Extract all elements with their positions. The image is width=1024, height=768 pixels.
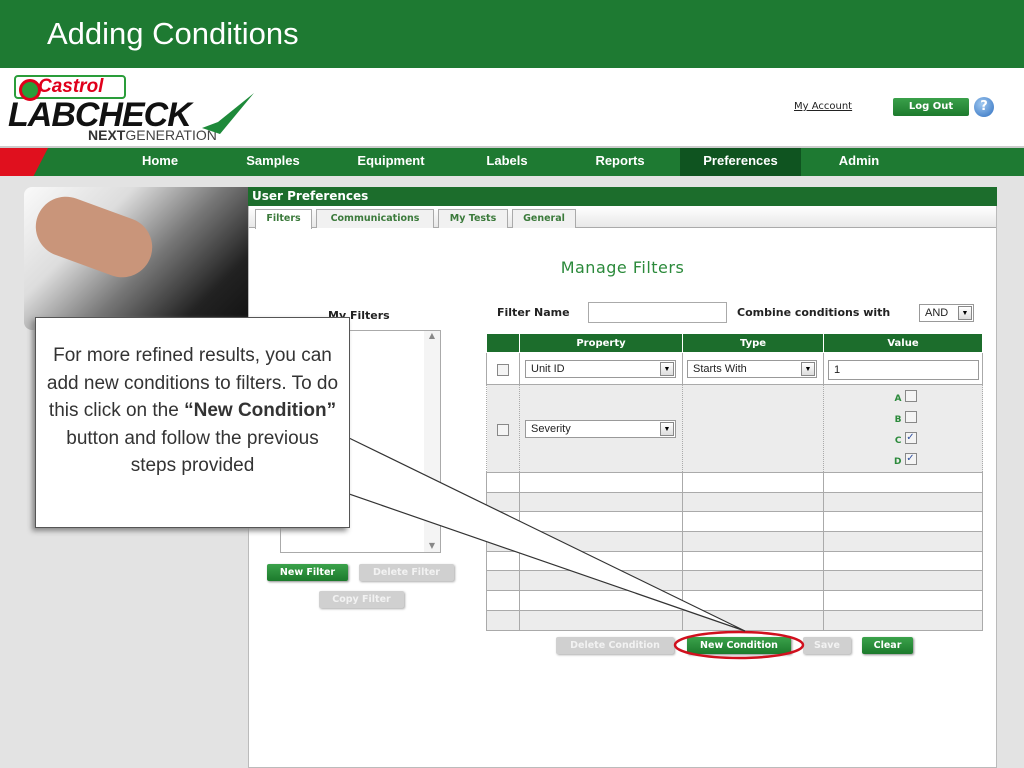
value-input[interactable] [828,359,979,380]
type-value: Starts With [693,362,747,375]
row-checkbox[interactable] [497,423,509,436]
level-label: A [894,393,902,404]
property-value: Severity [531,422,571,435]
my-account-link[interactable]: My Account [794,101,852,112]
level-label: C [894,435,902,446]
empty-row [486,531,983,552]
checkbox[interactable] [904,390,917,402]
checkbox[interactable] [904,411,917,423]
delete-condition-button[interactable]: Delete Condition [556,637,674,654]
tab-my-tests[interactable]: My Tests [438,209,508,228]
severity-b[interactable]: B [824,408,982,429]
tab-filters[interactable]: Filters [255,209,312,229]
property-select[interactable]: Unit ID ▼ [525,359,676,378]
copy-filter-button[interactable]: Copy Filter [319,591,404,608]
brand-text: Castrol [38,76,104,97]
panel-title: User Preferences [248,187,997,206]
value-header: Value [823,333,983,353]
clear-button[interactable]: Clear [862,637,913,654]
manage-filters-title: Manage Filters [560,258,685,277]
conditions-table: Property Type Value Unit ID ▼ Starts With ▼ … [486,333,983,631]
chevron-down-icon: ▼ [660,361,674,376]
combine-label: Combine conditions with [737,306,891,319]
severity-a[interactable]: A [824,387,982,408]
delete-filter-button[interactable]: Delete Filter [359,564,454,581]
instruction-callout: For more refined results, you can add ne… [35,317,350,528]
nav-equipment[interactable]: Equipment [345,148,437,176]
chevron-down-icon: ▼ [801,361,815,376]
table-row: Unit ID ▼ Starts With ▼ [486,352,983,385]
tab-communications[interactable]: Communications [316,209,434,228]
property-header: Property [519,333,683,353]
logo-subtitle: NEXTGENERATION [88,127,217,143]
nav-samples[interactable]: Samples [232,148,314,176]
checkbox-checked[interactable]: ✓ [904,453,917,465]
combine-select[interactable]: AND ▼ [919,304,974,322]
new-filter-button[interactable]: New Filter [267,564,348,581]
nav-home[interactable]: Home [120,148,200,176]
type-header: Type [682,333,824,353]
filter-name-input[interactable] [588,302,727,323]
empty-row [486,550,983,572]
chevron-down-icon: ▼ [660,421,674,436]
empty-row [486,609,983,631]
save-button[interactable]: Save [803,637,851,654]
type-select[interactable]: Starts With ▼ [687,359,817,378]
tab-general[interactable]: General [512,209,576,228]
table-row: Severity ▼ A B C ✓ D ✓ [486,384,983,473]
scrollbar[interactable]: ▲ ▼ [424,331,440,552]
help-icon[interactable]: ? [974,97,994,117]
level-label: D [894,456,902,467]
nav-reports[interactable]: Reports [580,148,660,176]
check-mark-icon [202,93,254,134]
property-select[interactable]: Severity ▼ [525,419,676,438]
new-condition-button[interactable]: New Condition [687,637,791,654]
level-label: B [894,414,902,425]
keyboard-hero-image [24,187,248,330]
nav-admin[interactable]: Admin [820,148,898,176]
checkbox-checked[interactable]: ✓ [904,432,917,444]
empty-row [486,590,983,611]
nav-labels[interactable]: Labels [470,148,544,176]
chevron-down-icon: ▼ [958,306,972,320]
select-col-header [486,333,520,353]
empty-row [486,570,983,592]
callout-text-end: button and follow the previous steps pro… [66,427,319,477]
callout-bold: “New Condition” [184,400,337,421]
empty-row [486,472,983,493]
severity-c[interactable]: C ✓ [824,429,982,450]
logo-next: NEXT [88,127,126,143]
row-checkbox[interactable] [497,363,509,376]
filter-name-label: Filter Name [497,306,570,319]
severity-d[interactable]: D ✓ [824,450,982,471]
nav-preferences[interactable]: Preferences [680,148,801,176]
table-header: Property Type Value [486,333,983,353]
empty-row [486,491,983,513]
log-out-button[interactable]: Log Out [893,98,969,116]
slide-title: Adding Conditions [0,0,1024,68]
empty-row [486,511,983,533]
combine-value: AND [925,307,949,319]
property-value: Unit ID [531,362,565,375]
